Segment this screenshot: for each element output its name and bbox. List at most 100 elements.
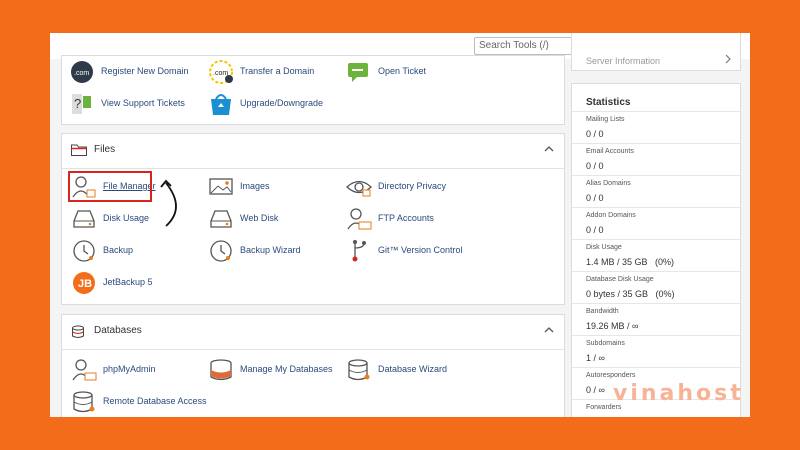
git-version-control-link[interactable]: Git™ Version Control: [346, 239, 496, 263]
remote-database-icon: [73, 391, 95, 413]
stat-value: 0 / ∞: [586, 385, 605, 395]
ftp-accounts-label: FTP Accounts: [378, 213, 434, 223]
backup-clock-icon: [73, 240, 95, 262]
git-icon: [352, 240, 366, 262]
statistics-title: Statistics: [586, 97, 631, 108]
server-information-card[interactable]: Server Information: [571, 33, 741, 71]
databases-panel: Databases phpMyAdmin Manage My Databases…: [61, 314, 565, 417]
open-ticket-link[interactable]: Open Ticket: [346, 60, 456, 84]
folder-icon: [71, 144, 87, 156]
stat-key: Disk Usage: [586, 244, 622, 251]
jetbackup-icon: JB: [73, 272, 95, 294]
dotcom-transfer-icon: .com: [209, 60, 233, 84]
files-header[interactable]: Files: [62, 134, 564, 169]
disk-usage-label: Disk Usage: [103, 213, 150, 223]
stat-value: 1 / ∞: [586, 353, 605, 363]
disk-usage-icon: [73, 210, 95, 228]
backup-wizard-icon: [210, 240, 232, 262]
backup-wizard-link[interactable]: Backup Wizard: [208, 239, 338, 263]
search-placeholder: Search Tools (/): [479, 40, 549, 51]
file-manager-highlight-box: [68, 171, 152, 202]
database-wizard-label: Database Wizard: [378, 364, 448, 374]
server-information-label: Server Information: [586, 56, 661, 66]
jetbackup-label: JetBackup 5: [103, 277, 153, 287]
chevron-up-icon[interactable]: [544, 145, 554, 153]
register-domain-label: Register New Domain: [101, 66, 189, 76]
database-stack-icon: [72, 325, 84, 338]
stat-subdomains: Subdomains 1 / ∞: [572, 335, 740, 368]
phpmyadmin-link[interactable]: phpMyAdmin: [71, 358, 191, 382]
phpmyadmin-icon: [72, 359, 97, 381]
vinahost-watermark: vinahost: [613, 381, 744, 406]
upgrade-downgrade-label: Upgrade/Downgrade: [240, 98, 324, 108]
databases-header[interactable]: Databases: [62, 315, 564, 350]
stat-value: 1.4 MB / 35 GB (0%): [586, 257, 675, 267]
manage-databases-link[interactable]: Manage My Databases: [208, 358, 358, 382]
images-label: Images: [240, 181, 270, 191]
view-support-tickets-label: View Support Tickets: [101, 98, 185, 108]
stat-value: 0 / 0: [586, 225, 604, 235]
upgrade-downgrade-link[interactable]: Upgrade/Downgrade: [208, 92, 338, 116]
stat-disk-usage: Disk Usage 1.4 MB / 35 GB (0%): [572, 239, 740, 272]
shopping-bag-icon: [211, 94, 231, 115]
directory-privacy-link[interactable]: Directory Privacy: [346, 175, 486, 199]
svg-text:.com: .com: [213, 70, 228, 77]
web-disk-link[interactable]: Web Disk: [208, 207, 328, 231]
git-version-control-label: Git™ Version Control: [378, 245, 463, 255]
ftp-accounts-icon: [347, 208, 372, 230]
svg-text:.com: .com: [74, 70, 89, 77]
backup-link[interactable]: Backup: [71, 239, 191, 263]
curved-arrow-icon: [160, 179, 177, 227]
database-wizard-link[interactable]: Database Wizard: [346, 358, 476, 382]
view-support-tickets-link[interactable]: ? View Support Tickets: [69, 92, 219, 116]
files-title: Files: [94, 144, 116, 155]
stat-key: Email Accounts: [586, 148, 634, 155]
manage-databases-label: Manage My Databases: [240, 364, 333, 374]
stat-value: 0 / 0: [586, 129, 604, 139]
stat-key: Mailing Lists: [586, 116, 625, 123]
backup-wizard-label: Backup Wizard: [240, 245, 301, 255]
ticket-icon: [348, 63, 368, 82]
ftp-accounts-link[interactable]: FTP Accounts: [346, 207, 476, 231]
jetbackup-link[interactable]: JB JetBackup 5: [71, 271, 191, 295]
files-panel: Files File Manager Images Directory Priv…: [61, 133, 565, 305]
stat-email-accounts: Email Accounts 0 / 0: [572, 143, 740, 176]
stat-value: 19.26 MB / ∞: [586, 321, 639, 331]
database-wizard-icon: [348, 359, 370, 381]
stat-value: 0 / 0: [586, 193, 604, 203]
stat-key: Alias Domains: [586, 180, 631, 187]
support-tickets-icon: ?: [72, 94, 91, 114]
stat-key: Addon Domains: [586, 212, 636, 219]
phpmyadmin-label: phpMyAdmin: [103, 364, 156, 374]
images-link[interactable]: Images: [208, 175, 328, 199]
watermark-text: vinahost: [613, 381, 744, 406]
svg-text:?: ?: [74, 96, 81, 111]
register-domain-link[interactable]: .com Register New Domain: [69, 60, 219, 84]
cpanel-screen: Search Tools (/) .com Register New Domai…: [50, 33, 750, 417]
svg-text:JB: JB: [78, 278, 92, 290]
web-disk-label: Web Disk: [240, 213, 279, 223]
dotcom-globe-icon: .com: [71, 61, 93, 83]
stat-addon-domains: Addon Domains 0 / 0: [572, 207, 740, 240]
remote-database-access-link[interactable]: Remote Database Access: [71, 390, 231, 414]
stat-value: 0 / 0: [586, 161, 604, 171]
images-icon: [209, 178, 233, 195]
chevron-up-icon[interactable]: [544, 326, 554, 334]
transfer-domain-link[interactable]: .com Transfer a Domain: [208, 60, 338, 84]
eye-icon: [346, 180, 372, 197]
stat-value: 0 bytes / 35 GB (0%): [586, 289, 675, 299]
open-ticket-label: Open Ticket: [378, 66, 427, 76]
preferences-section: .com Register New Domain .com Transfer a…: [61, 55, 565, 125]
database-icon: [210, 359, 232, 381]
remote-database-access-label: Remote Database Access: [103, 396, 207, 406]
directory-privacy-label: Directory Privacy: [378, 181, 447, 191]
stat-key: Bandwidth: [586, 308, 619, 315]
stat-alias-domains: Alias Domains 0 / 0: [572, 175, 740, 208]
statistics-panel: Statistics Mailing Lists 0 / 0 Email Acco…: [571, 83, 741, 417]
stat-key: Database Disk Usage: [586, 276, 654, 283]
stat-mailing-lists: Mailing Lists 0 / 0: [572, 111, 740, 144]
stat-key: Subdomains: [586, 340, 625, 347]
transfer-domain-label: Transfer a Domain: [240, 66, 315, 76]
chevron-right-icon[interactable]: [724, 54, 732, 64]
databases-title: Databases: [94, 325, 142, 336]
